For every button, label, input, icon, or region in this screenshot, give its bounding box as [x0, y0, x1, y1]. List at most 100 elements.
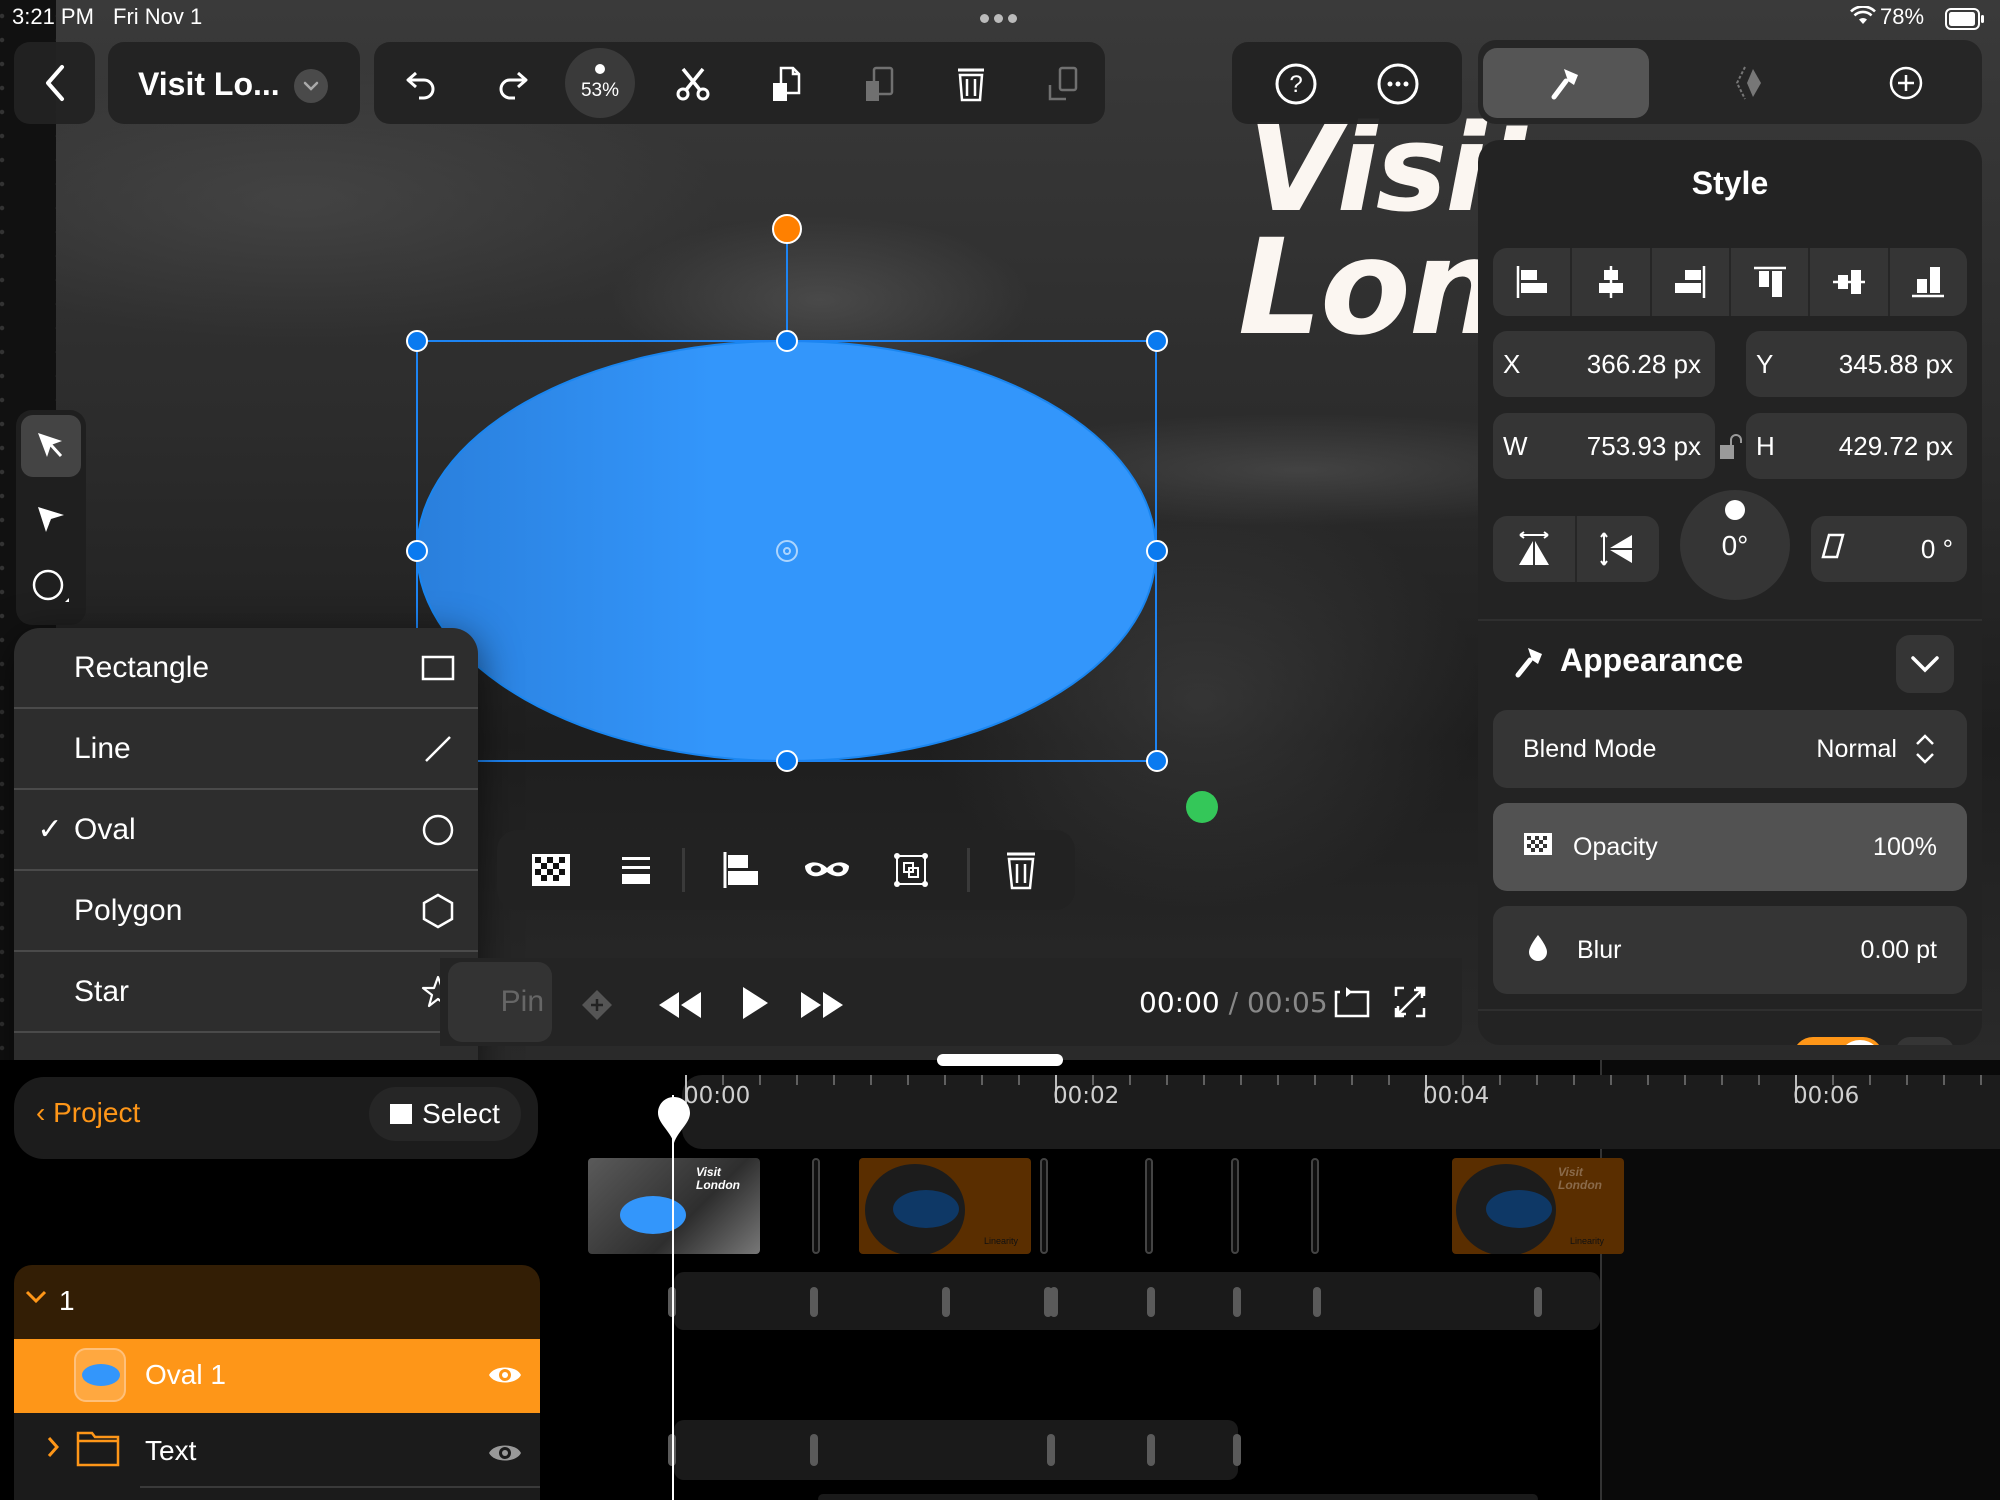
tab-style[interactable]: [1483, 48, 1649, 118]
layer-group-row[interactable]: 1: [14, 1265, 540, 1341]
flip-vertical-button[interactable]: [1577, 516, 1659, 582]
y-position-field[interactable]: Y 345.88 px: [1746, 331, 1967, 397]
home-indicator[interactable]: [937, 1054, 1063, 1066]
copy-style-button[interactable]: [852, 57, 906, 111]
add-keyframe-button[interactable]: [576, 984, 618, 1026]
align-bottom-button[interactable]: [1890, 248, 1967, 316]
select-button[interactable]: Select: [369, 1087, 521, 1141]
chevron-down-icon[interactable]: [294, 69, 328, 103]
height-field[interactable]: H 429.72 px: [1746, 413, 1967, 479]
rotation-dial[interactable]: 0°: [1680, 490, 1790, 600]
tab-animate[interactable]: [1688, 48, 1818, 118]
back-button[interactable]: [14, 42, 95, 124]
multitasking-dots-icon[interactable]: [980, 14, 1017, 23]
keyframe-marker[interactable]: [810, 1287, 818, 1317]
appearance-collapse-button[interactable]: [1896, 635, 1954, 693]
frame-thumbnail[interactable]: Visit London: [588, 1158, 760, 1254]
delete-button[interactable]: [944, 57, 998, 111]
frame-thumbnail[interactable]: Linearity: [859, 1158, 1031, 1254]
resize-handle-bottom[interactable]: [776, 750, 798, 772]
menu-item-oval[interactable]: ✓ Oval: [14, 790, 478, 871]
eye-icon[interactable]: [488, 1441, 522, 1470]
keyframe-marker[interactable]: [1534, 1287, 1542, 1317]
arrange-button[interactable]: [612, 846, 660, 894]
project-back-button[interactable]: ‹ Project: [36, 1097, 140, 1129]
rotation-knob[interactable]: [1725, 500, 1745, 520]
replace-button[interactable]: [1036, 57, 1090, 111]
menu-item-star[interactable]: Star: [14, 952, 478, 1033]
skew-field[interactable]: 0 °: [1811, 516, 1967, 582]
keyframe-marker[interactable]: [1233, 1287, 1241, 1317]
resize-handle-top-right[interactable]: [1146, 330, 1168, 352]
fullscreen-button[interactable]: [1388, 980, 1432, 1024]
resize-handle-right[interactable]: [1146, 540, 1168, 562]
align-button[interactable]: [717, 846, 765, 894]
blur-row[interactable]: Blur 0.00 pt: [1493, 906, 1967, 994]
selection-tool-button[interactable]: [21, 415, 81, 477]
mask-button[interactable]: [801, 846, 853, 894]
keyframe-marker[interactable]: [942, 1287, 950, 1317]
zoom-level-button[interactable]: 53%: [565, 48, 635, 118]
frame-gap[interactable]: [812, 1158, 820, 1254]
keyframe-marker[interactable]: [1147, 1434, 1155, 1466]
align-top-button[interactable]: [1731, 248, 1811, 316]
chevron-right-icon[interactable]: [46, 1435, 60, 1464]
opacity-row[interactable]: Opacity 100%: [1493, 803, 1967, 891]
cut-button[interactable]: [666, 57, 720, 111]
node-tool-button[interactable]: [21, 490, 81, 550]
align-right-button[interactable]: [1652, 248, 1731, 316]
opacity-button[interactable]: [527, 846, 575, 894]
resize-handle-top[interactable]: [776, 330, 798, 352]
chevron-down-icon[interactable]: [24, 1289, 48, 1310]
group-button[interactable]: [887, 846, 935, 894]
paste-button[interactable]: [759, 57, 813, 111]
help-button[interactable]: ?: [1272, 60, 1320, 108]
keyframe-marker[interactable]: [1050, 1287, 1058, 1317]
document-title-button[interactable]: Visit Lo...: [108, 42, 360, 124]
flip-horizontal-button[interactable]: [1493, 516, 1577, 582]
menu-item-polygon[interactable]: Polygon: [14, 871, 478, 952]
keyframe-marker[interactable]: [1233, 1434, 1241, 1466]
loop-button[interactable]: [1330, 980, 1374, 1024]
frame-thumbnail[interactable]: Visit London Linearity: [1452, 1158, 1624, 1254]
align-center-horizontal-button[interactable]: [1572, 248, 1652, 316]
keyframe-marker[interactable]: [1147, 1287, 1155, 1317]
frame-gap[interactable]: [1311, 1158, 1319, 1254]
frame-gap[interactable]: [1145, 1158, 1153, 1254]
center-point-handle[interactable]: [776, 540, 798, 562]
delete-shape-button[interactable]: [997, 846, 1045, 894]
play-button[interactable]: [730, 976, 780, 1030]
fast-forward-button[interactable]: [797, 980, 847, 1030]
align-left-button[interactable]: [1493, 248, 1573, 316]
layer-row-text[interactable]: Text: [14, 1413, 540, 1500]
track-next[interactable]: [818, 1494, 1538, 1500]
align-center-vertical-button[interactable]: [1810, 248, 1890, 316]
x-position-field[interactable]: X 366.28 px: [1493, 331, 1715, 397]
fill-toggle[interactable]: [1793, 1037, 1883, 1045]
frame-gap[interactable]: [1040, 1158, 1048, 1254]
keyframe-marker[interactable]: [1047, 1434, 1055, 1466]
rewind-button[interactable]: [655, 980, 705, 1030]
undo-button[interactable]: [394, 57, 448, 111]
menu-item-line[interactable]: Line: [14, 709, 478, 790]
redo-button[interactable]: [486, 57, 540, 111]
tab-add[interactable]: [1856, 48, 1956, 118]
resize-handle-bottom-right[interactable]: [1146, 750, 1168, 772]
blend-mode-row[interactable]: Blend Mode Normal: [1493, 710, 1967, 788]
keyframe-marker[interactable]: [1313, 1287, 1321, 1317]
frame-gap[interactable]: [1231, 1158, 1239, 1254]
shape-tool-button[interactable]: [21, 558, 81, 618]
pin-button[interactable]: Pin: [448, 962, 552, 1042]
aspect-lock-button[interactable]: [1718, 432, 1744, 462]
more-button[interactable]: [1374, 60, 1422, 108]
fill-options-button[interactable]: [1896, 1037, 1954, 1045]
rotation-handle[interactable]: [772, 214, 802, 244]
resize-handle-left[interactable]: [406, 540, 428, 562]
menu-item-rectangle[interactable]: Rectangle: [14, 628, 478, 709]
width-field[interactable]: W 753.93 px: [1493, 413, 1715, 479]
layer-row-oval[interactable]: Oval 1: [14, 1339, 540, 1413]
resize-handle-top-left[interactable]: [406, 330, 428, 352]
playhead-handle[interactable]: [656, 1095, 692, 1150]
keyframe-marker[interactable]: [810, 1434, 818, 1466]
eye-icon[interactable]: [488, 1363, 522, 1392]
